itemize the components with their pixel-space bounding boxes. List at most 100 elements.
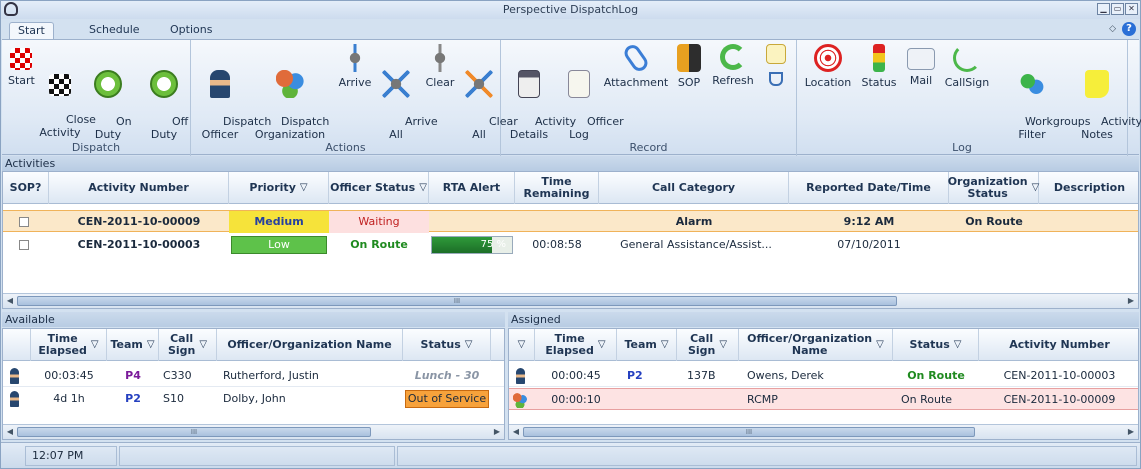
col-call-sign[interactable]: Call Sign ▽ bbox=[677, 329, 739, 361]
scroll-right-arrow[interactable]: ▶ bbox=[1126, 427, 1136, 437]
status-button[interactable]: Status bbox=[859, 44, 899, 89]
col-organization-status[interactable]: Organization Status ▽ bbox=[948, 172, 1039, 204]
team-cell: P2 bbox=[627, 369, 643, 382]
scroll-right-arrow[interactable]: ▶ bbox=[1126, 296, 1136, 306]
activities-hscrollbar[interactable]: ◀ III ▶ bbox=[3, 293, 1138, 308]
edit-toggle-button[interactable] bbox=[763, 44, 789, 68]
elapsed-cell: 00:00:10 bbox=[551, 393, 601, 406]
filter-icon[interactable]: ▽ bbox=[518, 339, 526, 351]
status-segment bbox=[119, 446, 395, 466]
available-grid: Time Elapsed ▽ Team ▽ Call Sign ▽ Officer/O… bbox=[2, 328, 505, 440]
help-icon[interactable]: ? bbox=[1122, 22, 1136, 36]
arrive-button[interactable]: Arrive bbox=[337, 44, 373, 89]
filter-icon[interactable]: ▽ bbox=[719, 339, 727, 351]
dispatch-organization-button[interactable]: Dispatch Organization bbox=[253, 44, 329, 154]
clear-all-button[interactable]: Clear All bbox=[461, 44, 518, 154]
filter-icon[interactable]: ▽ bbox=[598, 339, 606, 351]
scroll-thumb[interactable]: III bbox=[17, 427, 371, 437]
checkered-flag-icon bbox=[10, 48, 32, 70]
filter-icon[interactable]: ▽ bbox=[419, 182, 427, 194]
col-call-sign[interactable]: Call Sign ▽ bbox=[159, 329, 217, 361]
dispatch-officer-button[interactable]: Dispatch Officer bbox=[195, 44, 271, 154]
scroll-thumb[interactable]: III bbox=[523, 427, 975, 437]
col-sop[interactable]: SOP? bbox=[3, 172, 49, 204]
filter-icon[interactable]: ▽ bbox=[465, 339, 473, 351]
sop-checkbox[interactable] bbox=[19, 217, 29, 227]
elapsed-cell: 4d 1h bbox=[53, 392, 85, 405]
officer-log-button[interactable]: Officer Log bbox=[559, 44, 624, 154]
workgroups-filter-button[interactable]: Workgroups Filter bbox=[997, 44, 1091, 154]
col-reported-datetime[interactable]: Reported Date/Time bbox=[789, 172, 949, 204]
col-status[interactable]: Status ▽ bbox=[893, 329, 979, 361]
activity-notes-button[interactable]: Activity Notes bbox=[1073, 44, 1141, 154]
filter-button[interactable] bbox=[763, 72, 789, 90]
minimize-button[interactable]: ▁ bbox=[1097, 3, 1110, 15]
scroll-left-arrow[interactable]: ◀ bbox=[5, 427, 15, 437]
col-icon[interactable]: ▽ bbox=[509, 329, 535, 361]
on-duty-button[interactable]: On Duty bbox=[88, 44, 132, 154]
tab-options[interactable]: Options bbox=[162, 22, 220, 40]
scroll-left-arrow[interactable]: ◀ bbox=[511, 427, 521, 437]
col-status[interactable]: Status ▽ bbox=[403, 329, 491, 361]
collapse-ribbon-icon[interactable]: ◇ bbox=[1109, 24, 1116, 34]
table-row[interactable]: 4d 1h P2 S10 Dolby, John Out of Service bbox=[3, 388, 504, 410]
scroll-thumb[interactable]: III bbox=[17, 296, 897, 306]
col-rta-alert[interactable]: RTA Alert bbox=[429, 172, 515, 204]
sop-checkbox[interactable] bbox=[19, 240, 29, 250]
col-icon bbox=[3, 329, 31, 361]
group-label-dispatch: Dispatch bbox=[71, 141, 121, 154]
activity-details-button[interactable]: Activity Details bbox=[507, 44, 576, 154]
col-priority[interactable]: Priority ▽ bbox=[229, 172, 329, 204]
arrive-all-button[interactable]: Arrive All bbox=[377, 44, 438, 154]
maximize-button[interactable]: ▭ bbox=[1111, 3, 1124, 15]
col-time-remaining[interactable]: Time Remaining bbox=[515, 172, 599, 204]
col-officer-name[interactable]: Officer/Organization Name bbox=[217, 329, 403, 361]
available-hscrollbar[interactable]: ◀ III ▶ bbox=[3, 424, 504, 439]
table-row[interactable]: 00:03:45 P4 C330 Rutherford, Justin Lunc… bbox=[3, 365, 504, 387]
filter-icon[interactable]: ▽ bbox=[199, 339, 207, 351]
filter-icon[interactable]: ▽ bbox=[300, 182, 308, 194]
reported-cell: 07/10/2011 bbox=[837, 238, 901, 251]
filter-icon[interactable]: ▽ bbox=[147, 339, 155, 351]
filter-icon[interactable]: ▽ bbox=[91, 339, 99, 351]
attachment-button[interactable]: Attachment bbox=[603, 41, 669, 89]
tab-start[interactable]: Start bbox=[9, 22, 54, 40]
officer-status-cell: On Route bbox=[350, 238, 408, 251]
name-cell: Rutherford, Justin bbox=[223, 369, 319, 382]
scroll-right-arrow[interactable]: ▶ bbox=[492, 427, 502, 437]
close-button[interactable]: ✕ bbox=[1125, 3, 1138, 15]
start-button[interactable]: Start bbox=[8, 44, 35, 87]
filter-icon[interactable]: ▽ bbox=[661, 339, 669, 351]
location-button[interactable]: Location bbox=[803, 44, 853, 89]
filter-icon[interactable]: ▽ bbox=[954, 339, 962, 351]
col-time-elapsed[interactable]: Time Elapsed ▽ bbox=[535, 329, 617, 361]
col-activity-number[interactable]: Activity Number bbox=[979, 329, 1138, 361]
col-time-elapsed[interactable]: Time Elapsed ▽ bbox=[31, 329, 107, 361]
col-description[interactable]: Description bbox=[1039, 172, 1138, 204]
call-category-cell: General Assistance/Assist... bbox=[620, 238, 772, 251]
table-row[interactable]: 00:00:10 RCMP On Route CEN-2011-10-00009 bbox=[509, 388, 1138, 410]
filter-icon[interactable]: ▽ bbox=[876, 339, 884, 351]
col-officer-name[interactable]: Officer/Organization Name ▽ bbox=[739, 329, 893, 361]
table-row[interactable]: CEN-2011-10-00009 Medium Waiting Alarm 9… bbox=[3, 210, 1138, 233]
col-team[interactable]: Team ▽ bbox=[107, 329, 159, 361]
col-officer-status[interactable]: Officer Status ▽ bbox=[329, 172, 429, 204]
status-segment bbox=[397, 446, 1137, 466]
col-team[interactable]: Team ▽ bbox=[617, 329, 677, 361]
call-category-cell: Alarm bbox=[675, 215, 713, 228]
col-activity-number[interactable]: Activity Number bbox=[49, 172, 229, 204]
assigned-hscrollbar[interactable]: ◀ III ▶ bbox=[509, 424, 1138, 439]
activities-grid: SOP? Activity Number Priority ▽ Officer S… bbox=[2, 171, 1139, 309]
col-call-category[interactable]: Call Category bbox=[599, 172, 789, 204]
table-row[interactable]: CEN-2011-10-00003 Low On Route 75 % 00:0… bbox=[3, 234, 1138, 256]
mail-button[interactable]: Mail bbox=[905, 44, 937, 87]
table-row[interactable]: 00:00:45 P2 137B Owens, Derek On Route C… bbox=[509, 365, 1138, 387]
sop-button[interactable]: SOP bbox=[673, 44, 705, 89]
close-activity-button[interactable]: Close Activity bbox=[38, 44, 96, 152]
scroll-left-arrow[interactable]: ◀ bbox=[5, 296, 15, 306]
tab-schedule[interactable]: Schedule bbox=[81, 22, 148, 40]
refresh-button[interactable]: Refresh bbox=[709, 44, 757, 87]
off-duty-button[interactable]: Off Duty bbox=[144, 44, 188, 154]
clear-button[interactable]: Clear bbox=[423, 44, 457, 89]
callsign-button[interactable]: CallSign bbox=[943, 44, 991, 89]
